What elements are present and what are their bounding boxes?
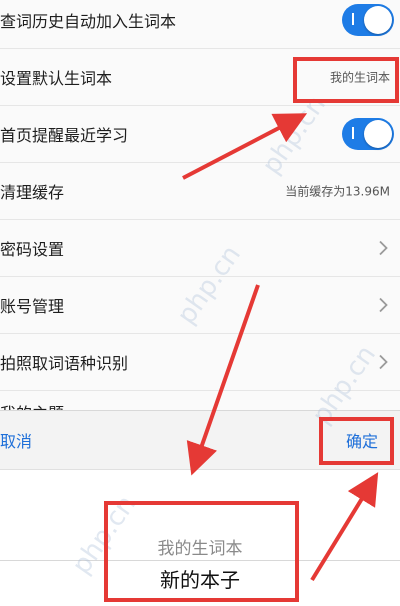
settings-row-auto-add-history[interactable]: 查词历史自动加入生词本: [0, 0, 400, 49]
settings-row-home-reminder[interactable]: 首页提醒最近学习: [0, 106, 400, 163]
settings-row-label: 首页提醒最近学习: [0, 126, 129, 145]
settings-row-label: 查词历史自动加入生词本: [0, 12, 177, 31]
toggle-knob: [364, 120, 392, 148]
settings-row-clear-cache[interactable]: 清理缓存 当前缓存为13.96M: [0, 163, 400, 220]
chevron-right-icon: [379, 297, 388, 313]
toggle-on-indicator: [352, 13, 354, 25]
cancel-button[interactable]: 取消: [0, 428, 32, 452]
chevron-right-icon: [379, 240, 388, 256]
settings-row-label: 我的主题: [0, 400, 64, 410]
annotation-box-default-value: [293, 57, 399, 103]
annotation-box-picker: [104, 501, 299, 602]
settings-row-password[interactable]: 密码设置: [0, 220, 400, 277]
toggle-switch[interactable]: [342, 4, 394, 36]
settings-row-label: 密码设置: [0, 240, 65, 259]
settings-row-label: 设置默认生词本: [0, 69, 113, 88]
settings-row-label: 清理缓存: [0, 183, 65, 202]
annotation-box-confirm: [319, 417, 394, 465]
toggle-knob: [364, 6, 392, 34]
settings-row-value: 当前缓存为13.96M: [285, 184, 390, 199]
toggle-switch[interactable]: [342, 118, 394, 150]
settings-row-label: 拍照取词语种识别: [0, 354, 129, 373]
settings-row-label: 账号管理: [0, 297, 65, 316]
toggle-on-indicator: [352, 127, 354, 139]
